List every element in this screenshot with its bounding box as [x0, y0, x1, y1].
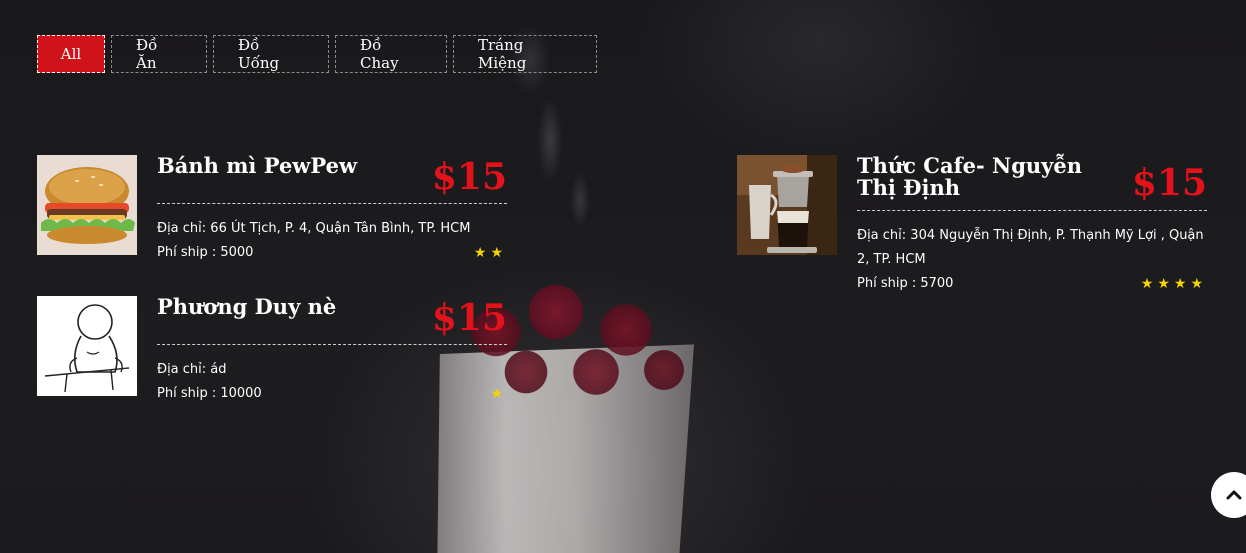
star-icon: ★	[1190, 276, 1207, 292]
filter-do-chay[interactable]: Đồ Chay	[335, 35, 447, 73]
item-shipping-fee: Phí ship : 5700	[857, 276, 954, 291]
chevron-up-icon	[1226, 490, 1242, 500]
sketch-figure-image	[37, 296, 137, 396]
item-shipping-fee: Phí ship : 5000	[157, 245, 254, 260]
item-price: $15	[431, 297, 507, 339]
star-icon: ★	[473, 245, 491, 261]
phin-coffee-image	[737, 155, 837, 255]
item-title[interactable]: Thức Cafe- Nguyễn Thị Định	[857, 155, 1125, 199]
item-title[interactable]: Bánh mì PewPew	[157, 155, 425, 177]
item-address: Địa chỉ: 304 Nguyễn Thị Định, P. Thạnh M…	[857, 228, 1204, 267]
item-divider	[157, 203, 507, 204]
menu-item[interactable]: Bánh mì PewPew $15 Địa chỉ: 66 Út Tịch, …	[37, 155, 507, 265]
back-to-top-button[interactable]	[1211, 472, 1246, 518]
item-divider	[157, 344, 507, 345]
filter-do-uong[interactable]: Đồ Uống	[213, 35, 329, 73]
filter-trang-mieng[interactable]: Tráng Miệng	[453, 35, 597, 73]
item-title[interactable]: Phương Duy nè	[157, 296, 425, 318]
item-price: $15	[431, 156, 507, 198]
item-address: Địa chỉ: ád	[157, 362, 227, 377]
page: All Đồ Ăn Đồ Uống Đồ Chay Tráng Miệng Bá…	[0, 0, 1246, 553]
filter-do-an[interactable]: Đồ Ăn	[111, 35, 207, 73]
star-icon: ★	[490, 386, 507, 402]
star-icon: ★	[1173, 276, 1191, 292]
item-price: $15	[1131, 162, 1207, 204]
burger-image	[37, 155, 137, 255]
item-address: Địa chỉ: 66 Út Tịch, P. 4, Quận Tân Bình…	[157, 221, 471, 236]
item-shipping-fee: Phí ship : 10000	[157, 386, 262, 401]
category-filter-bar: All Đồ Ăn Đồ Uống Đồ Chay Tráng Miệng	[37, 35, 597, 73]
menu-item[interactable]: Phương Duy nè $15 Địa chỉ: ád Phí ship :…	[37, 296, 507, 406]
rating-stars: ★	[490, 384, 507, 404]
rating-stars: ★★★★	[1141, 274, 1207, 294]
rating-stars: ★★	[474, 243, 507, 263]
star-icon: ★	[1157, 276, 1174, 292]
menu-item[interactable]: Thức Cafe- Nguyễn Thị Định $15 Địa chỉ: …	[737, 155, 1207, 295]
star-icon: ★	[490, 245, 507, 261]
filter-all[interactable]: All	[37, 35, 105, 73]
star-icon: ★	[1140, 276, 1158, 292]
item-divider	[857, 210, 1207, 211]
